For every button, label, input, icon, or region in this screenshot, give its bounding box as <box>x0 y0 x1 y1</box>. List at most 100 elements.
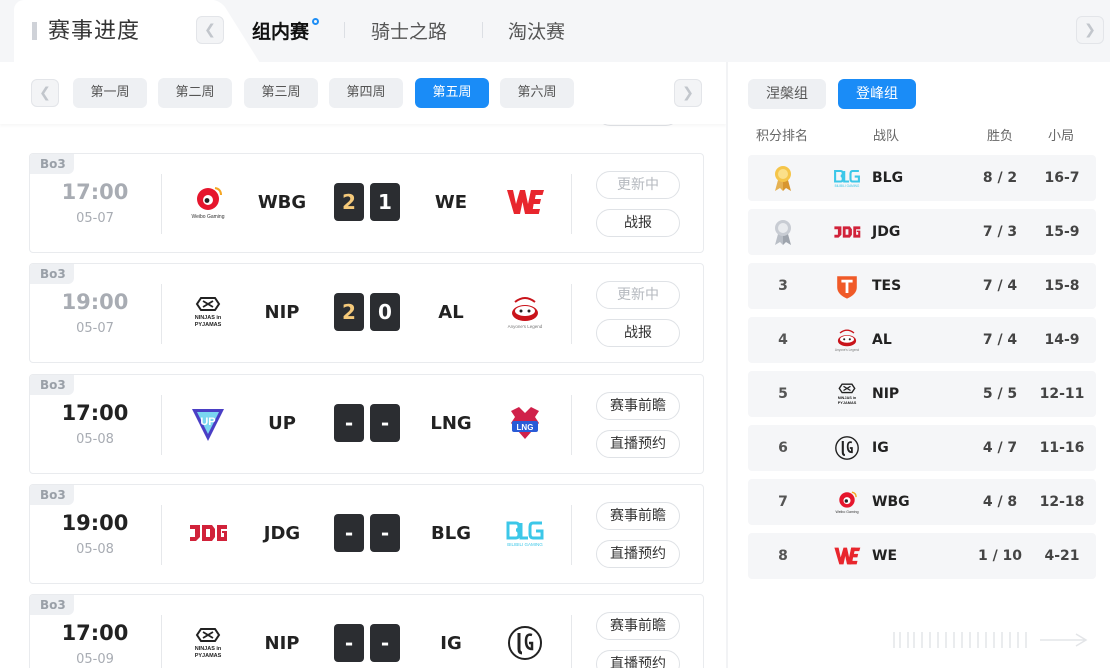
team-a-name: NIP <box>264 302 300 323</box>
week-tab-2[interactable]: 第二周 <box>158 78 232 108</box>
standings-row[interactable]: 5 NINJAS in PYJAMAS NIP 5 / 5 12-11 <box>748 371 1096 417</box>
ig-logo <box>505 623 545 663</box>
standings-games: 16-7 <box>1044 170 1080 186</box>
preview-button[interactable]: 赛事前瞻 <box>596 612 680 640</box>
standings-games: 12-11 <box>1039 386 1085 402</box>
card-divider <box>571 174 572 234</box>
we-logo <box>830 542 864 570</box>
standings-win-loss: 4 / 8 <box>982 494 1018 510</box>
team-a-name: UP <box>268 413 296 434</box>
chevron-left-icon: ❮ <box>39 85 51 101</box>
match-date: 05-08 <box>76 432 114 447</box>
live-reserve-button[interactable]: 直播预约 <box>596 430 680 458</box>
week-tab-5[interactable]: 第五周 <box>415 78 489 108</box>
team-b-name: LNG <box>430 413 472 434</box>
report-button[interactable]: 战报 <box>596 209 680 237</box>
standings-games: 11-16 <box>1039 440 1085 456</box>
tab-group-stage[interactable]: 组内赛 <box>252 17 309 44</box>
chevron-left-icon: ❮ <box>204 22 216 38</box>
match-card[interactable]: Bo3 19:00 05-08 JDG - - BLG BILIBILI GAM… <box>29 484 704 584</box>
week-prev-button[interactable]: ❮ <box>31 79 59 107</box>
blg-logo: BILIBILI GAMING <box>505 513 545 553</box>
svg-text:NINJAS in: NINJAS in <box>195 646 222 652</box>
up-logo: UP <box>188 403 228 443</box>
standings-team-name: TES <box>872 278 902 294</box>
svg-text:PYJAMAS: PYJAMAS <box>195 653 222 659</box>
tab-knockout[interactable]: 淘汰赛 <box>508 17 565 44</box>
match-date: 05-09 <box>76 652 114 667</box>
card-divider <box>161 395 162 455</box>
page-title: 赛事进度 <box>48 19 141 44</box>
svg-text:Anyone's Legend: Anyone's Legend <box>508 324 543 329</box>
svg-text:PYJAMAS: PYJAMAS <box>195 322 222 328</box>
group-tab-nirvana[interactable]: 涅槃组 <box>748 79 826 109</box>
standings-row[interactable]: 7 Weibo Gaming WBG 4 / 8 12-18 <box>748 479 1096 525</box>
live-reserve-button[interactable]: 直播预约 <box>596 540 680 568</box>
standings-row[interactable]: 6 IG 4 / 7 11-16 <box>748 425 1096 471</box>
standings-team-name: WBG <box>872 494 910 510</box>
team-a-score: - <box>334 624 364 662</box>
al-logo: Anyone's Legend <box>505 292 545 332</box>
standings-team-name: IG <box>872 440 889 456</box>
team-a-name: WBG <box>257 192 307 213</box>
jdg-logo <box>830 218 864 246</box>
match-card[interactable]: Bo3 17:00 05-09 NINJAS in PYJAMAS NIP - -… <box>29 594 704 668</box>
standings-win-loss: 7 / 4 <box>982 278 1018 294</box>
week-tab-6[interactable]: 第六周 <box>500 78 574 108</box>
rank-number: 6 <box>778 440 788 456</box>
match-card[interactable]: Bo3 17:00 05-08 UP UP - - LNG LNG 赛事前瞻 直… <box>29 374 704 474</box>
team-b-score: - <box>370 624 400 662</box>
updating-button[interactable]: 更新中 <box>596 171 680 199</box>
app-root: 赛事进度 ❮ 组内赛 骑士之路 淘汰赛 ❯ ❮ 第一周 第二周 第三周 第四周 … <box>0 0 1110 668</box>
team-a-name: JDG <box>263 523 301 544</box>
jdg-logo <box>188 513 228 553</box>
tab-knight-road[interactable]: 骑士之路 <box>371 17 447 44</box>
tab-divider <box>344 22 345 38</box>
standings-row[interactable]: BILIBILI GAMING BLG 8 / 2 16-7 <box>748 155 1096 201</box>
svg-text:UP: UP <box>200 416 215 428</box>
standings-win-loss: 8 / 2 <box>982 170 1018 186</box>
group-tab-ascend[interactable]: 登峰组 <box>838 79 916 109</box>
preview-button[interactable]: 赛事前瞻 <box>596 392 680 420</box>
team-a-name: NIP <box>264 633 300 654</box>
standings-team-name: NIP <box>872 386 900 402</box>
standings-row[interactable]: JDG 7 / 3 15-9 <box>748 209 1096 255</box>
week-tab-3[interactable]: 第三周 <box>244 78 318 108</box>
standings-row[interactable]: 4 Anyone's Legend AL 7 / 4 14-9 <box>748 317 1096 363</box>
blg-logo: BILIBILI GAMING <box>830 164 864 192</box>
updating-button[interactable]: 更新中 <box>596 281 680 309</box>
report-button[interactable]: 战报 <box>596 319 680 347</box>
match-format-badge: Bo3 <box>30 485 74 505</box>
chevron-right-icon: ❯ <box>682 85 694 101</box>
card-divider <box>571 615 572 668</box>
match-card[interactable]: Bo3 17:00 05-07 Weibo Gaming WBG 2 1 WE … <box>29 153 704 253</box>
match-format-badge: Bo3 <box>30 154 74 174</box>
svg-text:BILIBILI GAMING: BILIBILI GAMING <box>507 542 543 547</box>
card-divider <box>571 395 572 455</box>
standings-row[interactable]: 8 WE 1 / 10 4-21 <box>748 533 1096 579</box>
week-tab-1[interactable]: 第一周 <box>73 78 147 108</box>
stage-next-button[interactable]: ❯ <box>1076 16 1104 44</box>
tes-logo <box>830 272 864 300</box>
standings-win-loss: 4 / 7 <box>982 440 1018 456</box>
standings-games: 15-9 <box>1044 224 1080 240</box>
week-next-button[interactable]: ❯ <box>674 79 702 107</box>
week-tab-4[interactable]: 第四周 <box>329 78 403 108</box>
stage-prev-button[interactable]: ❮ <box>196 16 224 44</box>
nip-logo: NINJAS in PYJAMAS <box>188 292 228 332</box>
silver-medal-icon <box>762 209 804 255</box>
svg-text:Weibo Gaming: Weibo Gaming <box>192 214 225 220</box>
week-selector: ❮ 第一周 第二周 第三周 第四周 第五周 第六周 ❯ <box>0 62 726 124</box>
preview-button[interactable]: 赛事前瞻 <box>596 502 680 530</box>
team-b-score: - <box>370 514 400 552</box>
rank-number: 4 <box>778 332 788 348</box>
standings-team-name: BLG <box>872 170 904 186</box>
live-reserve-button[interactable]: 直播预约 <box>596 650 680 668</box>
match-card[interactable]: Bo3 19:00 05-07 NINJAS in PYJAMAS NIP 2 0… <box>29 263 704 363</box>
lng-logo: LNG <box>505 403 545 443</box>
standings-row[interactable]: 3 TES 7 / 4 15-8 <box>748 263 1096 309</box>
standings-win-loss: 1 / 10 <box>977 548 1023 564</box>
nip-logo: NINJAS in PYJAMAS <box>830 380 864 408</box>
match-format-badge: Bo3 <box>30 264 74 284</box>
wbg-logo: Weibo Gaming <box>188 182 228 222</box>
